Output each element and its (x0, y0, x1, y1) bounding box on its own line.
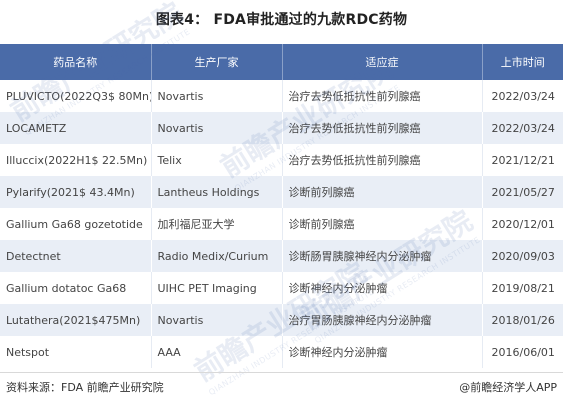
cell-manufacturer: Radio Medix/Curium (151, 240, 283, 272)
cell-indication: 诊断前列腺癌 (282, 208, 483, 240)
cell-indication: 治疗去势低抵抗性前列腺癌 (282, 112, 483, 144)
cell-indication: 治疗去势低抵抗性前列腺癌 (282, 144, 483, 176)
table-row: Detectnet Radio Medix/Curium 诊断肠胃胰腺神经内分泌… (0, 240, 563, 272)
table-row: Lutathera(2021$475Mn) Novartis 治疗胃肠胰腺神经内… (0, 304, 563, 336)
cell-manufacturer: UIHC PET Imaging (151, 272, 283, 304)
footer-source: 资料来源：FDA 前瞻产业研究院 (6, 381, 164, 394)
cell-indication: 诊断前列腺癌 (282, 176, 483, 208)
header-launch-date: 上市时间 (482, 44, 563, 80)
cell-drug-name: Detectnet (0, 240, 152, 272)
cell-manufacturer: Lantheus Holdings (151, 176, 283, 208)
table-row: Illuccix(2022H1$ 22.5Mn) Telix 治疗去势低抵抗性前… (0, 144, 563, 176)
cell-launch-date: 2019/08/21 (482, 272, 563, 304)
cell-drug-name: PLUVICTO(2022Q3$ 80Mn) (0, 80, 152, 112)
cell-launch-date: 2020/09/03 (482, 240, 563, 272)
table-row: LOCAMETZ Novartis 治疗去势低抵抗性前列腺癌 2022/03/2… (0, 112, 563, 144)
cell-launch-date: 2020/12/01 (482, 208, 563, 240)
footer-brand-text: @前瞻经济学人APP (459, 381, 557, 394)
cell-indication: 治疗去势低抵抗性前列腺癌 (282, 80, 483, 112)
cell-drug-name: Pylarify(2021$ 43.4Mn) (0, 176, 152, 208)
cell-drug-name: Gallium dotatoc Ga68 (0, 272, 152, 304)
cell-drug-name: Netspot (0, 336, 152, 368)
footer-divider (0, 372, 563, 373)
cell-manufacturer: 加利福尼亚大学 (151, 208, 283, 240)
cell-manufacturer: Novartis (151, 80, 283, 112)
cell-drug-name: Lutathera(2021$475Mn) (0, 304, 152, 336)
cell-launch-date: 2016/06/01 (482, 336, 563, 368)
table-header-row: 药品名称 生产厂家 适应症 上市时间 (0, 44, 563, 80)
cell-manufacturer: Novartis (151, 304, 283, 336)
header-manufacturer: 生产厂家 (151, 44, 283, 80)
drug-table-container: 药品名称 生产厂家 适应症 上市时间 PLUVICTO(2022Q3$ 80Mn… (0, 44, 563, 368)
cell-indication: 诊断神经内分泌肿瘤 (282, 336, 483, 368)
header-drug-name: 药品名称 (0, 44, 152, 80)
cell-manufacturer: Telix (151, 144, 283, 176)
table-row: PLUVICTO(2022Q3$ 80Mn) Novartis 治疗去势低抵抗性… (0, 80, 563, 112)
cell-launch-date: 2022/03/24 (482, 112, 563, 144)
page-title: 图表4： FDA审批通过的九款RDC药物 (155, 12, 408, 28)
cell-indication: 诊断肠胃胰腺神经内分泌肿瘤 (282, 240, 483, 272)
cell-indication: 诊断神经内分泌肿瘤 (282, 272, 483, 304)
cell-drug-name: LOCAMETZ (0, 112, 152, 144)
cell-launch-date: 2021/12/21 (482, 144, 563, 176)
cell-drug-name: Illuccix(2022H1$ 22.5Mn) (0, 144, 152, 176)
cell-launch-date: 2018/01/26 (482, 304, 563, 336)
table-row: Gallium dotatoc Ga68 UIHC PET Imaging 诊断… (0, 272, 563, 304)
cell-indication: 治疗胃肠胰腺神经内分泌肿瘤 (282, 304, 483, 336)
cell-manufacturer: AAA (151, 336, 283, 368)
footer-brand: @前瞻经济学人APP (459, 380, 557, 396)
table-row: Netspot AAA 诊断神经内分泌肿瘤 2016/06/01 (0, 336, 563, 368)
cell-manufacturer: Novartis (151, 112, 283, 144)
table-row: Gallium Ga68 gozetotide 加利福尼亚大学 诊断前列腺癌 2… (0, 208, 563, 240)
header-indication: 适应症 (282, 44, 483, 80)
table-row: Pylarify(2021$ 43.4Mn) Lantheus Holdings… (0, 176, 563, 208)
cell-drug-name: Gallium Ga68 gozetotide (0, 208, 152, 240)
drug-table: 药品名称 生产厂家 适应症 上市时间 PLUVICTO(2022Q3$ 80Mn… (0, 44, 563, 368)
cell-launch-date: 2021/05/27 (482, 176, 563, 208)
cell-launch-date: 2022/03/24 (482, 80, 563, 112)
